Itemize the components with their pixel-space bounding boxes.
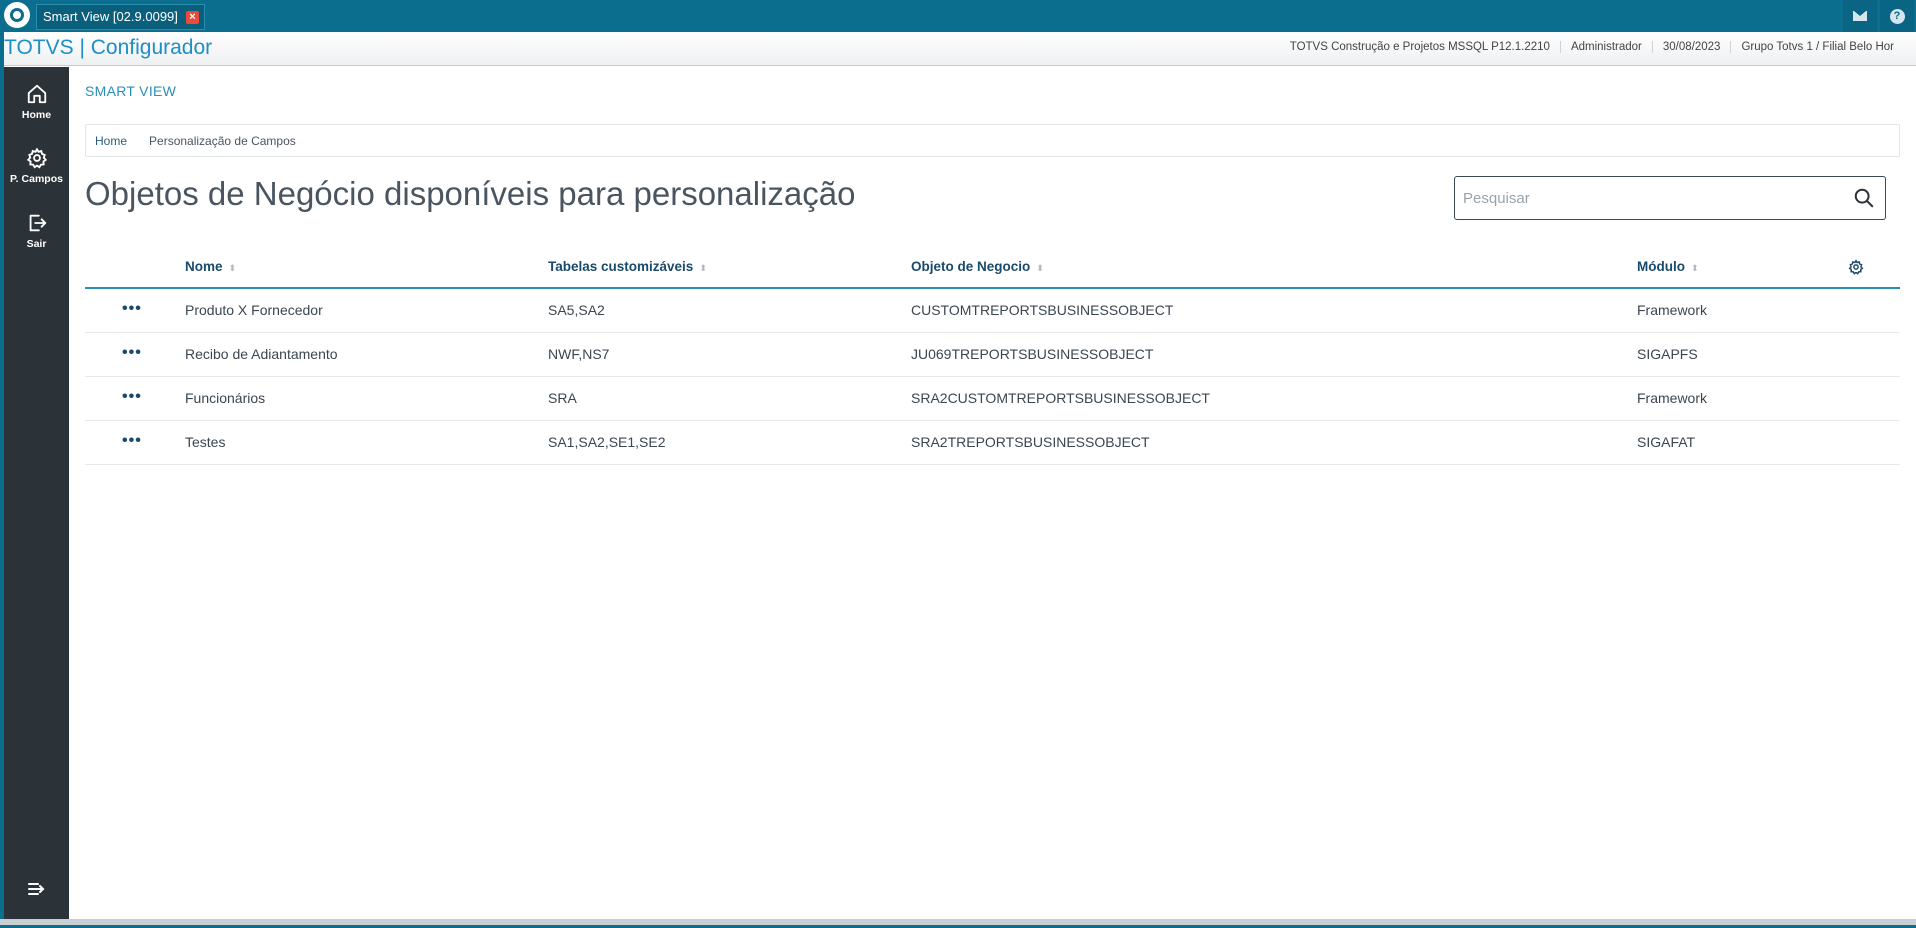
- business-objects-table: Nome ⬍ Tabelas customizáveis ⬍ Objeto de N…: [85, 247, 1900, 465]
- breadcrumb-current: Personalização de Campos: [149, 133, 296, 148]
- section-label: SMART VIEW: [85, 83, 177, 99]
- home-icon: [27, 84, 46, 104]
- cell-nome: Funcionários: [185, 390, 266, 406]
- collapse-menu-button[interactable]: [4, 875, 69, 903]
- sidebar-item-home[interactable]: Home: [4, 73, 69, 133]
- tab-close-icon[interactable]: ×: [185, 11, 199, 24]
- header-info: TOTVS Construção e Projetos MSSQL P12.1.…: [1280, 41, 1904, 53]
- search-icon[interactable]: [1853, 187, 1875, 209]
- cell-objeto: SRA2TREPORTSBUSINESSOBJECT: [911, 434, 1150, 450]
- row-actions-icon[interactable]: •••: [122, 300, 142, 318]
- sidebar-item-sair[interactable]: Sair: [4, 202, 69, 262]
- window-tab-title: Smart View [02.9.0099]: [43, 9, 178, 24]
- sidebar-item-p-campos[interactable]: P. Campos: [4, 137, 69, 197]
- column-header-nome[interactable]: Nome ⬍: [185, 259, 236, 274]
- sort-icon: ⬍: [1036, 263, 1044, 273]
- sidebar: Home P. Campos Sair: [4, 67, 69, 919]
- search-box: [1454, 176, 1886, 220]
- totvs-logo-icon: [4, 2, 30, 28]
- column-header-objeto[interactable]: Objeto de Negocio ⬍: [911, 259, 1044, 274]
- table-row: ••• Produto X Fornecedor SA5,SA2 CUSTOMT…: [85, 289, 1900, 333]
- app-title: TOTVS | Configurador: [4, 36, 213, 59]
- page-title: Objetos de Negócio disponíveis para pers…: [85, 175, 856, 212]
- help-icon[interactable]: ?: [1880, 0, 1914, 32]
- cell-objeto: JU069TREPORTSBUSINESSOBJECT: [911, 346, 1154, 362]
- column-header-modulo[interactable]: Módulo ⬍: [1637, 259, 1699, 274]
- sort-icon: ⬍: [699, 263, 707, 273]
- breadcrumb: Home Personalização de Campos: [85, 124, 1900, 157]
- cell-objeto: SRA2CUSTOMTREPORTSBUSINESSOBJECT: [911, 390, 1210, 406]
- cell-modulo: SIGAFAT: [1637, 434, 1696, 450]
- row-actions-icon[interactable]: •••: [122, 344, 142, 362]
- sort-icon: ⬍: [228, 263, 237, 273]
- gear-icon: [26, 147, 47, 169]
- app-header: TOTVS | Configurador TOTVS Construção e …: [0, 32, 1916, 66]
- sidebar-item-label: Sair: [26, 238, 47, 250]
- table-row: ••• Testes SA1,SA2,SE1,SE2 SRA2TREPORTSB…: [85, 421, 1900, 465]
- header-company: TOTVS Construção e Projetos MSSQL P12.1.…: [1289, 41, 1550, 53]
- sidebar-item-label: P. Campos: [10, 173, 63, 185]
- table-row: ••• Recibo de Adiantamento NWF,NS7 JU069…: [85, 333, 1900, 377]
- header-date: 30/08/2023: [1651, 41, 1731, 53]
- cell-objeto: CUSTOMTREPORTSBUSINESSOBJECT: [911, 302, 1174, 318]
- main-content: SMART VIEW Home Personalização de Campos…: [69, 67, 1916, 919]
- window-titlebar: Smart View [02.9.0099] × ?: [0, 0, 1916, 32]
- cell-tabelas: SA1,SA2,SE1,SE2: [548, 434, 666, 450]
- cell-tabelas: SA5,SA2: [548, 302, 605, 318]
- breadcrumb-home[interactable]: Home: [95, 134, 127, 148]
- table-header: Nome ⬍ Tabelas customizáveis ⬍ Objeto de N…: [85, 247, 1900, 289]
- row-actions-icon[interactable]: •••: [122, 388, 142, 406]
- cell-nome: Recibo de Adiantamento: [185, 346, 338, 362]
- row-actions-icon[interactable]: •••: [122, 432, 142, 450]
- sort-icon: ⬍: [1690, 263, 1699, 273]
- cell-modulo: Framework: [1637, 302, 1708, 318]
- header-branch[interactable]: Grupo Totvs 1 / Filial Belo Hor: [1730, 41, 1904, 53]
- cell-modulo: Framework: [1637, 390, 1708, 406]
- cell-tabelas: SRA: [548, 390, 577, 406]
- logout-icon: [29, 214, 46, 232]
- column-header-tabelas[interactable]: Tabelas customizáveis ⬍: [548, 259, 707, 274]
- cell-tabelas: NWF,NS7: [548, 346, 610, 362]
- cell-modulo: SIGAPFS: [1637, 346, 1698, 362]
- cell-nome: Testes: [185, 434, 226, 450]
- mail-icon[interactable]: [1843, 0, 1877, 32]
- table-settings-icon[interactable]: [1848, 259, 1864, 275]
- collapse-menu-icon: [27, 883, 44, 895]
- table-row: ••• Funcionários SRA SRA2CUSTOMTREPORTSB…: [85, 377, 1900, 421]
- search-input[interactable]: [1463, 187, 1843, 209]
- sidebar-item-label: Home: [21, 109, 52, 121]
- header-user: Administrador: [1559, 41, 1652, 53]
- window-tab[interactable]: Smart View [02.9.0099] ×: [36, 4, 205, 30]
- cell-nome: Produto X Fornecedor: [185, 302, 323, 318]
